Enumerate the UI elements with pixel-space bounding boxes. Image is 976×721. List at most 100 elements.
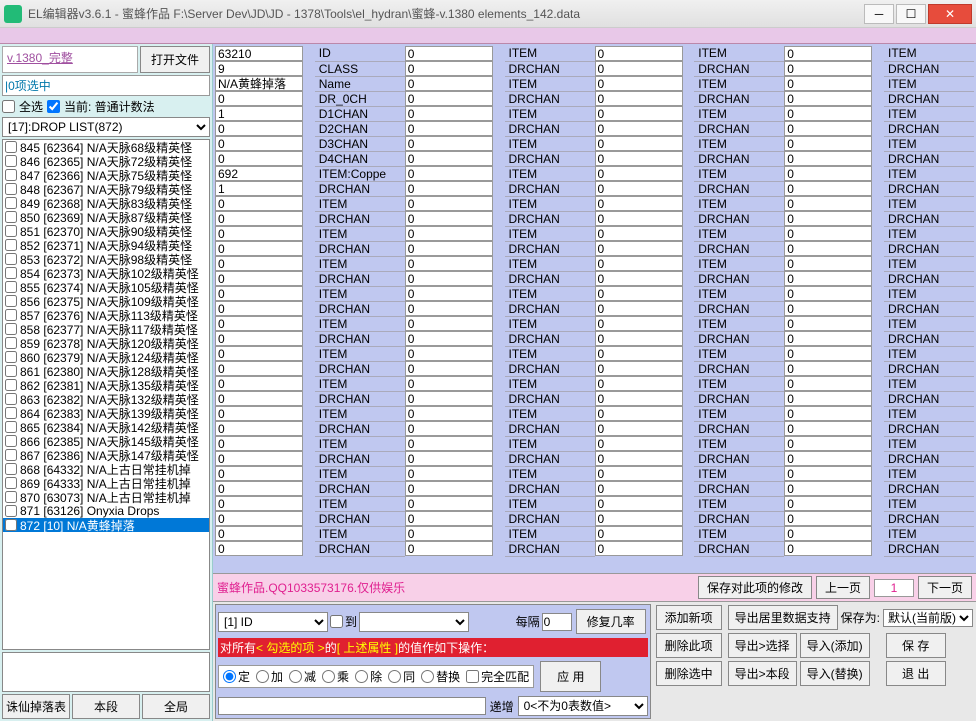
value-input[interactable]: [218, 697, 486, 715]
grid-value-input[interactable]: [595, 256, 683, 271]
grid-value-input[interactable]: [784, 136, 872, 151]
list-item-checkbox[interactable]: [5, 407, 17, 419]
grid-value-input[interactable]: [405, 526, 493, 541]
grid-value-input[interactable]: [215, 121, 303, 136]
grid-value-input[interactable]: [595, 421, 683, 436]
delete-item-button[interactable]: 删除此项: [656, 633, 722, 658]
grid-value-input[interactable]: [595, 391, 683, 406]
to-select[interactable]: [359, 612, 469, 632]
grid-value-input[interactable]: [595, 436, 683, 451]
grid-value-input[interactable]: [215, 241, 303, 256]
grid-value-input[interactable]: [595, 451, 683, 466]
grid-value-input[interactable]: [215, 46, 303, 61]
list-item-checkbox[interactable]: [5, 253, 17, 265]
grid-value-input[interactable]: [595, 271, 683, 286]
grid-value-input[interactable]: [595, 541, 683, 556]
list-item-checkbox[interactable]: [5, 365, 17, 377]
minimize-button[interactable]: ─: [864, 4, 894, 24]
add-item-button[interactable]: 添加新项: [656, 605, 722, 630]
grid-value-input[interactable]: [215, 406, 303, 421]
grid-value-input[interactable]: [405, 436, 493, 451]
grid-value-input[interactable]: [784, 331, 872, 346]
grid-value-input[interactable]: [215, 91, 303, 106]
radio-set[interactable]: [223, 670, 236, 683]
grid-value-input[interactable]: [405, 481, 493, 496]
grid-value-input[interactable]: [595, 346, 683, 361]
radio-mul[interactable]: [322, 670, 335, 683]
grid-value-input[interactable]: [405, 211, 493, 226]
grid-value-input[interactable]: [215, 136, 303, 151]
grid-value-input[interactable]: [784, 286, 872, 301]
grid-value-input[interactable]: [215, 166, 303, 181]
grid-value-input[interactable]: [215, 106, 303, 121]
grid-value-input[interactable]: [784, 316, 872, 331]
grid-value-input[interactable]: [215, 481, 303, 496]
export-support-button[interactable]: 导出居里数据支持: [728, 605, 838, 630]
grid-value-input[interactable]: [215, 226, 303, 241]
grid-value-input[interactable]: [215, 376, 303, 391]
grid-value-input[interactable]: [784, 436, 872, 451]
grid-value-input[interactable]: [595, 481, 683, 496]
grid-value-input[interactable]: [405, 151, 493, 166]
grid-value-input[interactable]: [784, 256, 872, 271]
grid-value-input[interactable]: [595, 196, 683, 211]
page-number[interactable]: 1: [874, 579, 914, 597]
grid-value-input[interactable]: [215, 211, 303, 226]
grid-value-input[interactable]: [405, 196, 493, 211]
grid-value-input[interactable]: [215, 511, 303, 526]
fix-rate-button[interactable]: 修复几率: [576, 609, 646, 634]
radio-sub[interactable]: [289, 670, 302, 683]
grid-value-input[interactable]: [215, 436, 303, 451]
grid-value-input[interactable]: [784, 541, 872, 556]
list-item-checkbox[interactable]: [5, 141, 17, 153]
grid-value-input[interactable]: [405, 106, 493, 121]
grid-value-input[interactable]: [405, 61, 493, 76]
grid-value-input[interactable]: [215, 496, 303, 511]
grid-value-input[interactable]: [595, 331, 683, 346]
export-select-button[interactable]: 导出>选择: [728, 633, 797, 658]
grid-value-input[interactable]: [784, 421, 872, 436]
section-button[interactable]: 本段: [72, 694, 140, 719]
grid-value-input[interactable]: [595, 526, 683, 541]
grid-value-input[interactable]: [595, 301, 683, 316]
list-item-checkbox[interactable]: [5, 169, 17, 181]
grid-value-input[interactable]: [595, 361, 683, 376]
save-mode-select[interactable]: 默认(当前版): [883, 609, 973, 627]
list-item-checkbox[interactable]: [5, 183, 17, 195]
list-item-checkbox[interactable]: [5, 211, 17, 223]
grid-value-input[interactable]: [784, 301, 872, 316]
grid-value-input[interactable]: [784, 271, 872, 286]
open-file-button[interactable]: 打开文件: [140, 46, 210, 73]
grid-value-input[interactable]: [405, 226, 493, 241]
list-item-checkbox[interactable]: [5, 379, 17, 391]
grid-value-input[interactable]: [595, 406, 683, 421]
grid-value-input[interactable]: [405, 421, 493, 436]
grid-value-input[interactable]: [595, 466, 683, 481]
maximize-button[interactable]: ☐: [896, 4, 926, 24]
save-button[interactable]: 保 存: [886, 633, 946, 658]
grid-value-input[interactable]: [405, 181, 493, 196]
list-item-checkbox[interactable]: [5, 421, 17, 433]
grid-value-input[interactable]: [405, 91, 493, 106]
list-item-checkbox[interactable]: [5, 477, 17, 489]
grid-value-input[interactable]: [784, 181, 872, 196]
list-item-checkbox[interactable]: [5, 323, 17, 335]
grid-value-input[interactable]: [595, 151, 683, 166]
grid-value-input[interactable]: [595, 106, 683, 121]
grid-value-input[interactable]: [405, 466, 493, 481]
grid-value-input[interactable]: [215, 451, 303, 466]
grid-value-input[interactable]: [215, 196, 303, 211]
grid-value-input[interactable]: [595, 496, 683, 511]
grid-value-input[interactable]: [405, 511, 493, 526]
grid-value-input[interactable]: [595, 166, 683, 181]
grid-value-input[interactable]: [784, 406, 872, 421]
grid-value-input[interactable]: [405, 316, 493, 331]
next-page-button[interactable]: 下一页: [918, 576, 972, 599]
grid-value-input[interactable]: [405, 496, 493, 511]
category-dropdown[interactable]: [17]:DROP LIST(872): [2, 117, 210, 137]
grid-value-input[interactable]: [784, 361, 872, 376]
grid-value-input[interactable]: [784, 526, 872, 541]
grid-value-input[interactable]: [595, 376, 683, 391]
grid-value-input[interactable]: [595, 286, 683, 301]
full-match-checkbox[interactable]: [466, 670, 479, 683]
